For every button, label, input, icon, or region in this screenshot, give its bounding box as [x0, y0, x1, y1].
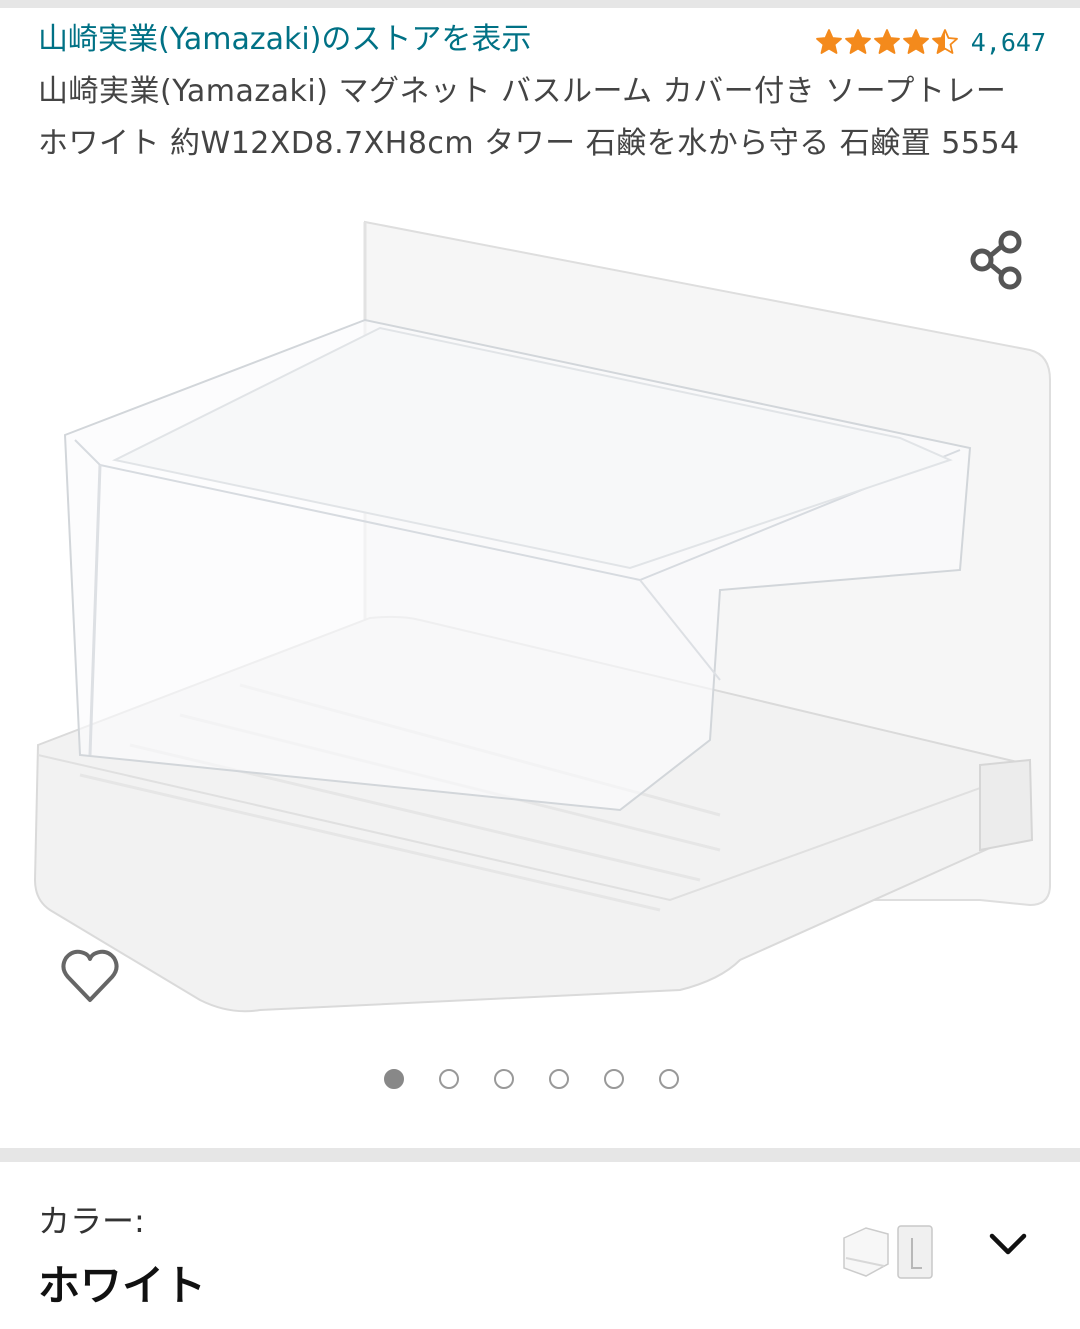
- pagination-dot[interactable]: [384, 1069, 404, 1089]
- rating-count[interactable]: 4,647: [971, 28, 1046, 57]
- pagination-dot[interactable]: [604, 1069, 624, 1089]
- star-icon: [873, 29, 900, 54]
- top-divider: [0, 0, 1080, 8]
- star-icon: [902, 29, 929, 54]
- heart-icon: [58, 949, 122, 1012]
- rating-widget[interactable]: 4,647: [815, 24, 1046, 60]
- product-title: 山崎実業(Yamazaki) マグネット バスルーム カバー付き ソープトレー …: [38, 74, 1020, 161]
- image-pagination: [384, 1069, 679, 1089]
- color-value: ホワイト: [38, 1261, 207, 1310]
- chevron-down-icon: [984, 1233, 1032, 1268]
- color-label: カラー:: [38, 1202, 145, 1240]
- section-divider: [0, 1148, 1080, 1162]
- share-icon: [966, 230, 1030, 296]
- color-thumbnail[interactable]: [836, 1218, 946, 1288]
- product-image[interactable]: [20, 210, 1070, 1040]
- pagination-dot[interactable]: [494, 1069, 514, 1089]
- star-icon: [931, 29, 958, 54]
- star-icon: [815, 29, 842, 54]
- share-button[interactable]: [966, 228, 1030, 292]
- pagination-dot[interactable]: [659, 1069, 679, 1089]
- favorite-button[interactable]: [58, 944, 122, 1008]
- store-link[interactable]: 山崎実業(Yamazaki)のストアを表示: [38, 20, 531, 60]
- star-rating: [815, 28, 959, 56]
- pagination-dot[interactable]: [549, 1069, 569, 1089]
- pagination-dot[interactable]: [439, 1069, 459, 1089]
- star-icon: [844, 29, 871, 54]
- color-dropdown-button[interactable]: [984, 1224, 1032, 1264]
